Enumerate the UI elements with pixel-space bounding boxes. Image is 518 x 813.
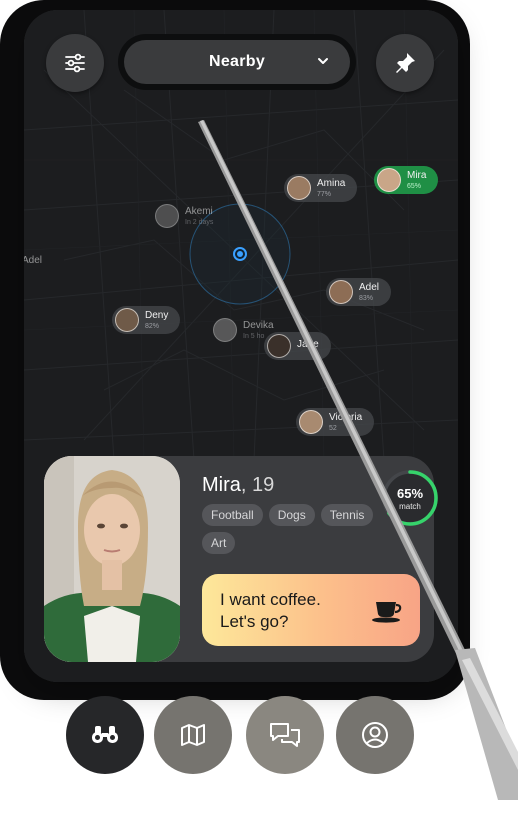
pin-info: 82% <box>145 322 160 330</box>
pin-name: Akemi <box>185 205 213 217</box>
nav-profile-button[interactable] <box>336 696 414 774</box>
avatar <box>377 168 401 192</box>
chat-bubbles-icon <box>270 723 300 747</box>
pin-info: In 2 days <box>185 218 214 226</box>
profile-photo[interactable] <box>44 456 180 662</box>
profile-card[interactable]: Mira, 19 Football Dogs Tennis Art 65% ma… <box>44 456 438 662</box>
filter-button[interactable] <box>46 34 104 92</box>
nav-discover-button[interactable] <box>66 696 144 774</box>
profile-name: Mira, 19 <box>202 474 274 497</box>
pin-name: Adel <box>24 255 43 266</box>
pin-name: Deny <box>145 309 169 321</box>
binoculars-icon <box>92 726 118 743</box>
pin-info: 83% <box>359 294 374 302</box>
pin-info: 77% <box>317 190 332 198</box>
profile-first-name: Mira <box>202 474 241 496</box>
match-percent: 65% <box>396 486 424 501</box>
user-circle-icon <box>362 722 388 748</box>
avatar <box>287 176 311 200</box>
sliders-icon <box>65 53 85 73</box>
chevron-down-icon <box>318 58 328 64</box>
avatar <box>155 204 179 228</box>
pin-info: 65% <box>407 182 422 190</box>
interest-tag: Dogs <box>268 504 315 526</box>
map-person-pin-selected[interactable]: Mira 65% <box>374 166 439 194</box>
pin-name: Adel <box>359 281 380 293</box>
map-person-pin[interactable]: Adel 83% <box>326 278 392 306</box>
avatar <box>115 308 139 332</box>
avatar <box>267 334 291 358</box>
avatar <box>213 318 237 342</box>
message-bubble[interactable]: I want coffee. Let's go? <box>202 574 420 646</box>
map-person-pin-offline[interactable]: Akemi In 2 days <box>152 202 225 230</box>
pin-info: 52 <box>329 424 337 432</box>
nav-chat-button[interactable] <box>246 696 324 774</box>
map-icon <box>181 724 205 746</box>
message-line-1: I want coffee. <box>220 590 321 609</box>
pin-name: Devika <box>243 319 274 331</box>
match-ring: 65% match <box>380 468 440 528</box>
pushpin-icon <box>396 53 415 73</box>
pin-name: Victoria <box>329 411 363 423</box>
message-line-2: Let's go? <box>220 612 289 631</box>
location-filter-dropdown[interactable]: Nearby <box>124 40 350 84</box>
pin-name: Jane <box>297 339 319 350</box>
profile-age: , 19 <box>240 474 275 496</box>
pin-name: Amina <box>317 177 346 189</box>
interest-tag: Art <box>202 532 236 554</box>
map-person-pin[interactable]: Jane <box>264 332 331 360</box>
map-person-pin-edge[interactable]: Adel <box>24 247 54 275</box>
pin-name: Mira <box>407 169 427 181</box>
interest-tags: Football Dogs Tennis Art <box>202 504 382 554</box>
interest-tag: Tennis <box>320 504 374 526</box>
nav-map-button[interactable] <box>154 696 232 774</box>
location-filter-label: Nearby <box>208 53 266 70</box>
map-person-pin[interactable]: Deny 82% <box>112 306 181 334</box>
app-screen: Nearby Adel Amina 77% Mira 65% Akemi In 2 d… <box>24 10 458 682</box>
coffee-cup-icon <box>372 602 402 623</box>
avatar <box>299 410 323 434</box>
avatar <box>329 280 353 304</box>
interest-tag: Football <box>202 504 263 526</box>
match-label: match <box>399 502 421 511</box>
pin-button[interactable] <box>376 34 434 92</box>
map-person-pin[interactable]: Victoria 52 <box>296 408 375 436</box>
map-person-pin[interactable]: Amina 77% <box>284 174 358 202</box>
